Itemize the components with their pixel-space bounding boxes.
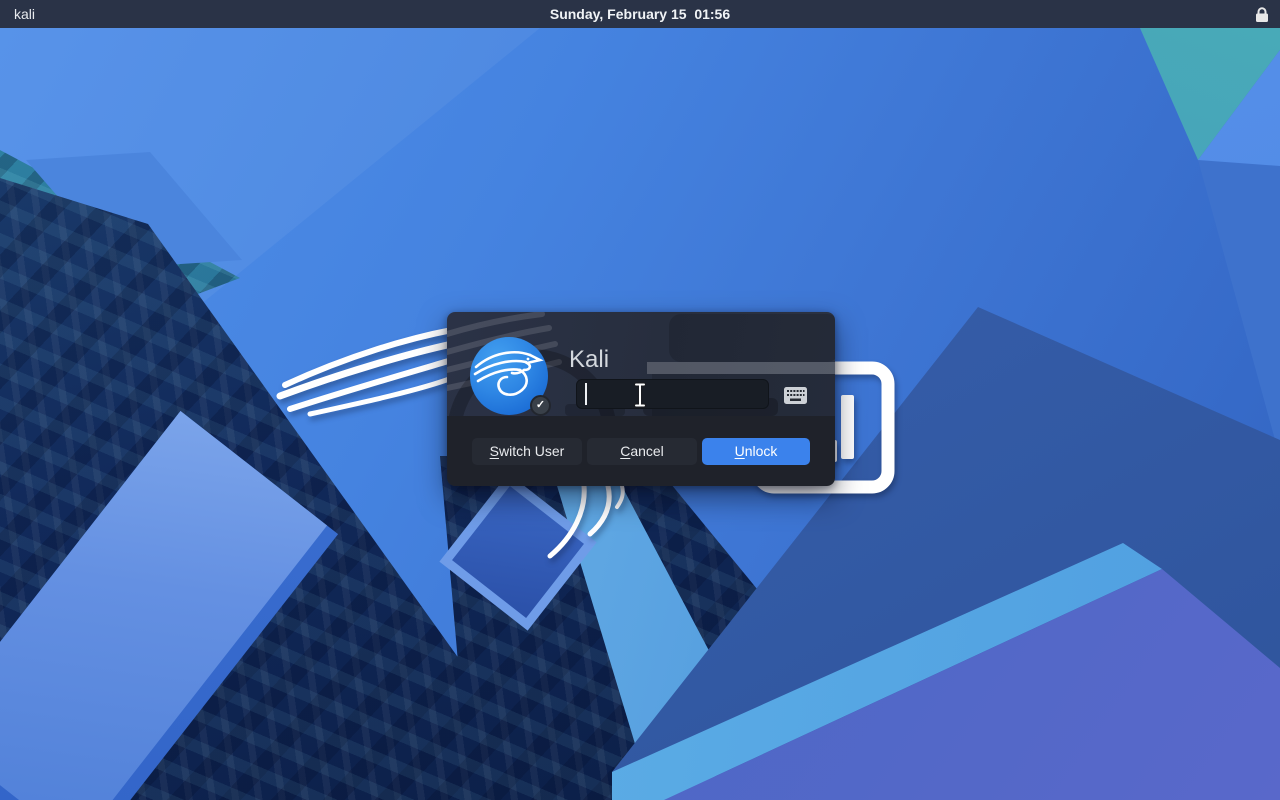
password-field-wrap — [576, 379, 769, 409]
username-label: Kali — [569, 346, 609, 374]
cancel-button[interactable]: Cancel — [587, 438, 697, 465]
clock-label: Sunday, February 15 01:56 — [550, 0, 730, 28]
top-bar: kali Sunday, February 15 01:56 — [0, 0, 1280, 28]
avatar: ✓ — [470, 337, 548, 415]
check-icon: ✓ — [530, 395, 551, 416]
text-ibeam-cursor — [633, 382, 647, 408]
unlock-dialog: ✓ Kali — [447, 312, 835, 486]
unlock-dialog-footer: Switch User Cancel Unlock — [447, 416, 835, 486]
password-input[interactable] — [576, 379, 769, 409]
hostname-label: kali — [14, 0, 35, 28]
switch-user-button[interactable]: Switch User — [472, 438, 582, 465]
unlock-button[interactable]: Unlock — [702, 438, 810, 465]
text-caret — [585, 383, 587, 405]
keyboard-icon[interactable] — [784, 387, 807, 404]
unlock-dialog-header: ✓ Kali — [447, 312, 835, 416]
padlock-icon — [1254, 6, 1270, 23]
